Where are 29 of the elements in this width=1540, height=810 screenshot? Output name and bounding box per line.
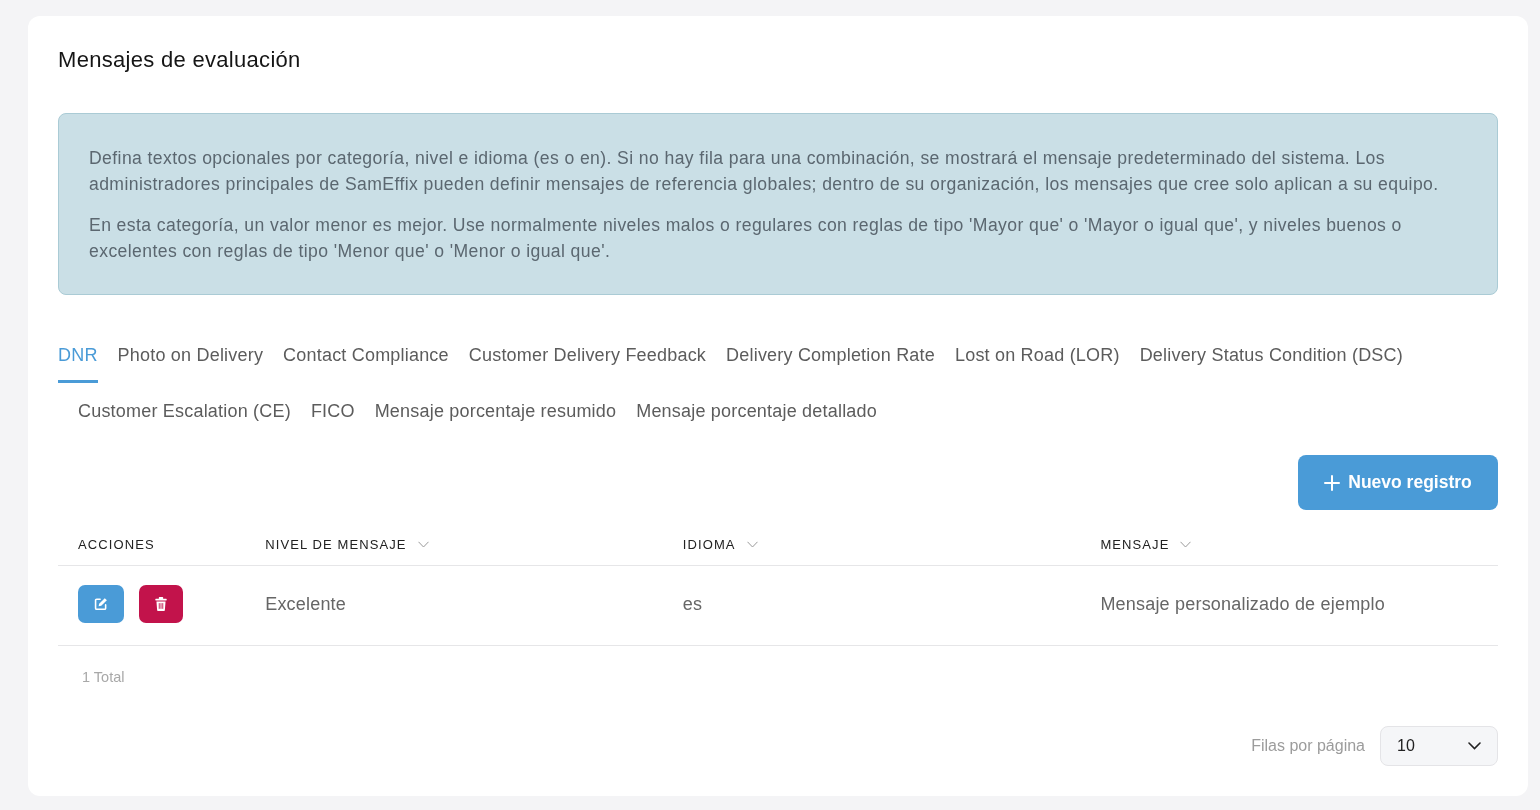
column-header: IDIOMA xyxy=(682,535,736,554)
rows-per-page-select[interactable]: 10 xyxy=(1380,726,1498,766)
category-tab[interactable]: Customer Escalation (CE) xyxy=(78,383,291,439)
category-tab[interactable]: Customer Delivery Feedback xyxy=(468,327,707,383)
category-tab[interactable]: Mensaje porcentaje resumido xyxy=(374,383,617,439)
info-text: En esta categoría, un valor menor es mejor. Use normalmente niveles malos o regulares con reglas de tipo 'Mayor que' o 'Mayor o igual que', y niveles buenos o excelentes con reglas de tipo 'Menor que' o 'Menor o igual que'. xyxy=(89,214,1403,263)
page-title: Mensajes de evaluación xyxy=(58,46,301,74)
edit-icon xyxy=(94,597,108,611)
category-tab[interactable]: Delivery Completion Rate xyxy=(726,327,935,383)
info-text: Defina textos opcionales por categoría, nivel e idioma (es o en). Si no hay fila para una combinación, se mostrará el mensaje predeterminado del sistema. Los administradores principales de SamEffix pueden definir mensajes de referencia globales; dentro de su organización, los mensajes que cree solo aplican a su equipo. xyxy=(89,147,1440,196)
column-header: NIVEL DE MENSAJE xyxy=(265,535,407,554)
table-cell: es xyxy=(682,593,703,614)
category-tab[interactable]: Photo on Delivery xyxy=(117,327,264,383)
category-tab[interactable]: Delivery Status Condition (DSC) xyxy=(1139,327,1403,383)
category-tab[interactable]: Mensaje porcentaje detallado xyxy=(636,383,877,439)
trash-icon xyxy=(154,597,168,611)
rows-per-page-label: Filas por página xyxy=(1251,736,1365,756)
category-tab[interactable]: FICO xyxy=(310,383,355,439)
table-cell: Mensaje personalizado de ejemplo xyxy=(1100,593,1385,614)
category-tab[interactable]: Contact Compliance xyxy=(283,327,449,383)
chevron-down-icon xyxy=(1468,742,1481,750)
column-header: MENSAJE xyxy=(1100,535,1170,554)
column-header: ACCIONES xyxy=(78,536,155,552)
edit-button[interactable] xyxy=(78,585,124,623)
category-tab[interactable]: Lost on Road (LOR) xyxy=(954,327,1120,383)
plus-icon xyxy=(1324,474,1341,491)
total-count: 1 Total xyxy=(82,667,125,687)
table-cell: Excelente xyxy=(265,593,347,614)
delete-button[interactable] xyxy=(139,585,183,623)
